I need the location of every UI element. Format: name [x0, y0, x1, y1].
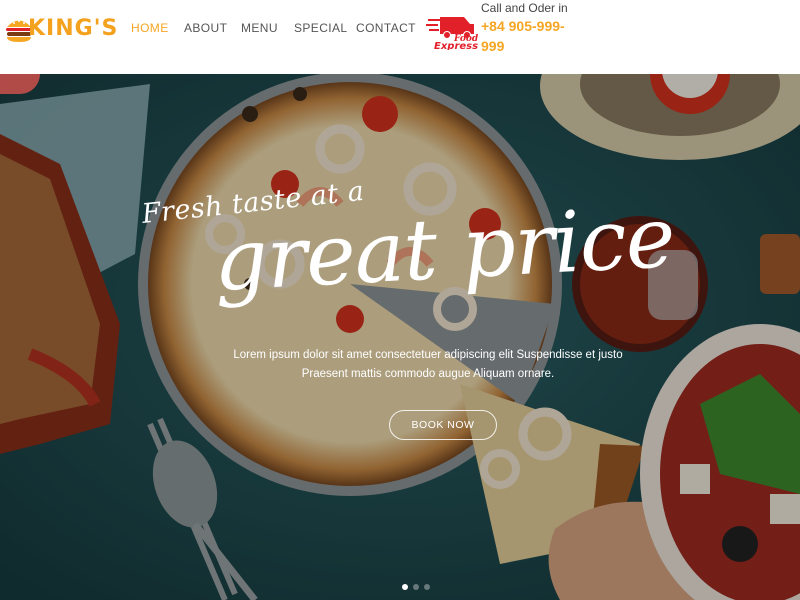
nav-item-about[interactable]: ABOUT [184, 21, 227, 35]
slider-dot-1[interactable] [402, 584, 408, 590]
hero-banner: Fresh taste at a great price Lorem ipsum… [0, 74, 800, 600]
nav-item-contact[interactable]: CONTACT [356, 21, 416, 35]
site-header: KING'S HOME ABOUT MENU SPECIAL CONTACT F… [0, 0, 800, 74]
hero-description-line2: Praesent mattis commodo augue Aliquam or… [301, 368, 555, 380]
hero-description-line1: Lorem ipsum dolor sit amet consectetuer … [233, 349, 623, 361]
nav-item-home[interactable]: HOME [131, 21, 169, 35]
slider-dot-2[interactable] [413, 584, 419, 590]
hero-description: Lorem ipsum dolor sit amet consectetuer … [218, 346, 638, 384]
brand-name: KING'S [28, 16, 119, 41]
food-express-logo-icon[interactable]: Food Express [426, 14, 478, 50]
nav-item-menu[interactable]: MENU [241, 21, 278, 35]
contact-label: Call and Oder in [481, 1, 568, 15]
phone-number[interactable]: +84 905-999-999 [481, 16, 577, 56]
hero-overlay [0, 74, 800, 600]
site-logo[interactable]: KING'S [4, 12, 117, 46]
nav-item-special[interactable]: SPECIAL [294, 21, 348, 35]
express-logo-line2: Express [434, 41, 478, 50]
book-now-button[interactable]: BOOK NOW [389, 410, 497, 440]
slider-dot-3[interactable] [424, 584, 430, 590]
